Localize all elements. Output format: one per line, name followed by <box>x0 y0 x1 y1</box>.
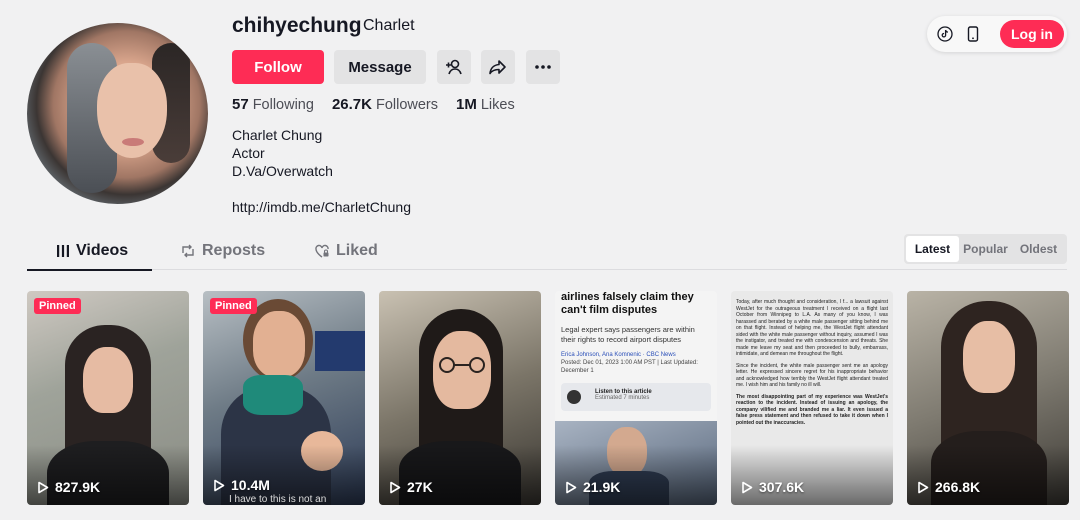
sort-popular[interactable]: Popular <box>959 236 1012 262</box>
more-options-button[interactable] <box>526 50 560 84</box>
letter-text: Today, after much thought and considerat… <box>736 299 888 426</box>
video-views: 21.9K <box>565 479 620 495</box>
follow-button[interactable]: Follow <box>232 50 324 84</box>
video-card[interactable]: airlines falsely claim they can't film d… <box>555 291 717 505</box>
thumbnail-shade <box>555 445 717 505</box>
more-icon <box>535 65 551 69</box>
stat-followers[interactable]: 26.7K Followers <box>332 96 438 113</box>
article-audio-player: Listen to this article Estimated 7 minut… <box>561 383 711 411</box>
pinned-badge: Pinned <box>210 298 257 314</box>
article-meta: Erica Johnson, Ana Komnenic · CBC News P… <box>561 352 698 374</box>
play-icon <box>566 481 577 493</box>
tiktok-icon[interactable] <box>936 25 954 43</box>
repost-icon <box>182 244 194 258</box>
profile-avatar <box>27 23 208 204</box>
video-views: 827.9K <box>37 479 100 495</box>
sort-latest[interactable]: Latest <box>906 236 959 262</box>
phone-icon[interactable] <box>964 25 982 43</box>
thumbnail-sign: ​ <box>315 331 365 371</box>
play-icon <box>214 479 225 491</box>
stat-following[interactable]: 57 Following <box>232 96 314 113</box>
stat-likes: 1M Likes <box>456 96 515 113</box>
share-profile-button[interactable] <box>481 50 515 84</box>
profile-bio: Charlet Chung Actor D.Va/Overwatch <box>232 126 333 180</box>
profile-stats: 57 Following 26.7K Followers 1M Likes <box>232 96 515 113</box>
active-tab-indicator <box>27 269 152 271</box>
thumbnail-shade <box>731 445 893 505</box>
share-icon <box>489 60 506 75</box>
play-icon <box>742 481 753 493</box>
play-icon <box>390 481 401 493</box>
tab-liked[interactable]: Liked <box>314 242 378 260</box>
video-views: 266.8K <box>917 479 980 495</box>
message-button[interactable]: Message <box>334 50 426 84</box>
bio-line: D.Va/Overwatch <box>232 163 333 179</box>
tab-reposts[interactable]: Reposts <box>180 242 265 260</box>
thumbnail-face <box>963 321 1015 393</box>
play-icon <box>918 481 929 493</box>
video-views: 307.6K <box>741 479 804 495</box>
heart-lock-icon <box>315 244 329 258</box>
thumbnail-shade <box>907 445 1069 505</box>
profile-nickname: Charlet <box>363 17 415 34</box>
profile-username: chihyechung <box>232 14 362 37</box>
login-button[interactable]: Log in <box>1000 20 1064 48</box>
play-icon <box>38 481 49 493</box>
video-card[interactable]: Today, after much thought and considerat… <box>731 291 893 505</box>
suggested-accounts-button[interactable] <box>437 50 471 84</box>
bio-line: Charlet Chung <box>232 127 323 143</box>
tab-label: Videos <box>76 242 129 259</box>
bio-line: Actor <box>232 145 265 161</box>
video-card[interactable]: 27K <box>379 291 541 505</box>
video-card[interactable]: Pinned 827.9K <box>27 291 189 505</box>
video-card[interactable]: ​ Pinned I have to this is not an 10.4M <box>203 291 365 505</box>
article-headline: airlines falsely claim they can't film d… <box>561 291 694 316</box>
thumbnail-shade <box>27 445 189 505</box>
thumbnail-glasses <box>439 357 485 373</box>
top-action-bar: Log in <box>927 16 1067 52</box>
video-card[interactable]: 266.8K <box>907 291 1069 505</box>
video-views: 27K <box>389 479 433 495</box>
tab-videos[interactable]: Videos <box>56 242 128 260</box>
thumbnail-face <box>83 347 133 413</box>
sort-oldest[interactable]: Oldest <box>1012 236 1065 262</box>
thumbnail-face <box>253 311 305 377</box>
video-caption: I have to this is not an <box>229 494 327 505</box>
sort-toggle: Latest Popular Oldest <box>904 234 1067 264</box>
avatar-lips <box>122 138 144 146</box>
thumbnail-scarf <box>243 375 303 415</box>
pinned-badge: Pinned <box>34 298 81 314</box>
article-subhead: Legal expert says passengers are within … <box>561 325 695 344</box>
tab-label: Reposts <box>202 242 266 259</box>
video-grid: Pinned 827.9K ​ Pinned I have to this is… <box>27 291 1069 505</box>
profile-link[interactable]: http://imdb.me/CharletChung <box>232 199 411 215</box>
grid-icon <box>57 245 69 257</box>
video-views: 10.4M <box>213 477 270 493</box>
thumbnail-shade <box>379 445 541 505</box>
tab-label: Liked <box>336 242 378 259</box>
add-user-icon <box>446 59 462 75</box>
